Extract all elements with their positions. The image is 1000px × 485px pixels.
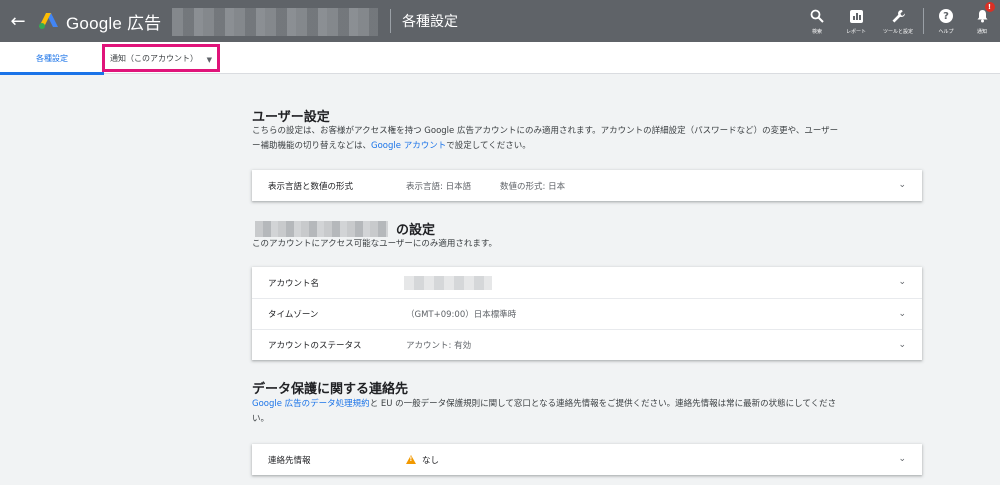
- google-ads-logo-icon: [39, 13, 58, 29]
- data-protection-title: データ保護に関する連絡先: [252, 382, 409, 397]
- wrench-icon: [891, 7, 906, 25]
- header-tools: 検索 レポート ツールと設定 ? ヘルプ ! 通知: [799, 0, 1000, 42]
- user-settings-desc-3: で設定してください。: [446, 141, 531, 151]
- report-button[interactable]: レポート: [835, 0, 877, 42]
- top-app-bar: ← Google 広告 各種設定 検索 レポート ツールと設定 ? ヘルプ ! …: [0, 0, 1000, 42]
- help-label: ヘルプ: [938, 29, 954, 35]
- chevron-down-icon[interactable]: ⌄: [898, 309, 906, 319]
- user-settings-description: こちらの設定は、お客様がアクセス権を持つ Google 広告アカウントにのみ適用…: [252, 124, 932, 154]
- account-status-row[interactable]: アカウントのステータス アカウント: 有効 ⌄: [252, 329, 922, 360]
- caret-down-icon: ▼: [206, 56, 212, 64]
- tab-bar: 各種設定 通知（このアカウント） ▼: [0, 42, 1000, 75]
- account-settings-description: このアカウントにアクセス可能なユーザーにのみ適用されます。: [252, 239, 498, 249]
- account-name-redacted-title: [255, 221, 388, 237]
- data-processing-terms-link[interactable]: Google 広告のデータ処理規約: [252, 399, 370, 409]
- notification-badge: !: [984, 2, 995, 12]
- arrow-back-icon[interactable]: ←: [0, 0, 36, 42]
- row-label: 表示言語と数値の形式: [268, 181, 354, 192]
- google-ads-logo[interactable]: Google 広告: [38, 9, 161, 34]
- data-protection-card: 連絡先情報 なし ⌄: [252, 444, 922, 475]
- data-protection-description: Google 広告のデータ処理規約と EU の一般データ保護規則に関して窓口とな…: [252, 397, 932, 427]
- warning-icon: [406, 455, 416, 464]
- dropdown-value: 通知（このアカウント）: [110, 53, 198, 63]
- chevron-down-icon[interactable]: ⌄: [898, 340, 906, 350]
- tab-settings[interactable]: 各種設定: [0, 42, 104, 75]
- data-protection-desc-1: と EU の一般データ保護規則に関して窓口となる連絡先情報をご提供ください。連絡…: [369, 399, 837, 409]
- account-status-value: アカウント: 有効: [406, 341, 472, 351]
- account-name-row[interactable]: アカウント名 ⌄: [252, 267, 922, 298]
- report-label: レポート: [845, 29, 866, 35]
- row-label: 連絡先情報: [268, 455, 311, 466]
- chevron-down-icon[interactable]: ⌄: [898, 454, 906, 464]
- row-label: アカウントのステータス: [268, 341, 362, 351]
- chevron-down-icon[interactable]: ⌄: [898, 277, 906, 287]
- help-icon: ?: [939, 7, 953, 25]
- search-icon: [810, 7, 824, 25]
- page-title: 各種設定: [402, 14, 458, 30]
- tools-divider: [923, 8, 924, 34]
- row-label: アカウント名: [268, 278, 320, 289]
- account-settings-card: アカウント名 ⌄ タイムゾーン （GMT+09:00）日本標準時 ⌄ アカウント…: [252, 267, 922, 360]
- account-name-value-redacted: [404, 276, 492, 290]
- bell-icon: !: [976, 2, 995, 25]
- contact-info-text: なし: [422, 455, 440, 466]
- report-icon: [849, 7, 863, 25]
- account-settings-title: の設定: [396, 223, 436, 238]
- data-protection-desc-2: い。: [252, 414, 270, 424]
- row-label: タイムゾーン: [268, 310, 319, 320]
- timezone-value: （GMT+09:00）日本標準時: [406, 310, 517, 320]
- user-settings-card: 表示言語と数値の形式 表示言語: 日本語 数値の形式: 日本 ⌄: [252, 170, 922, 201]
- brand-name: Google 広告: [66, 13, 162, 33]
- notifications-button[interactable]: ! 通知: [964, 0, 1000, 42]
- help-button[interactable]: ? ヘルプ: [928, 0, 964, 42]
- contact-info-row[interactable]: 連絡先情報 なし ⌄: [252, 444, 922, 475]
- language-format-row[interactable]: 表示言語と数値の形式 表示言語: 日本語 数値の形式: 日本 ⌄: [252, 170, 922, 201]
- user-settings-desc-2: ー補助機能の切り替えなどは、: [252, 141, 372, 151]
- display-language-value: 表示言語: 日本語: [406, 181, 472, 192]
- account-name-redacted: [172, 8, 378, 36]
- chevron-down-icon[interactable]: ⌄: [898, 180, 906, 190]
- tools-label: ツールと設定: [882, 29, 913, 35]
- timezone-row[interactable]: タイムゾーン （GMT+09:00）日本標準時 ⌄: [252, 298, 922, 329]
- tools-settings-button[interactable]: ツールと設定: [877, 0, 919, 42]
- search-button[interactable]: 検索: [799, 0, 835, 42]
- search-label: 検索: [811, 29, 822, 35]
- number-format-value: 数値の形式: 日本: [500, 181, 566, 192]
- google-account-link[interactable]: Google アカウント: [371, 141, 446, 151]
- header-divider: [390, 9, 391, 33]
- user-settings-desc-1: こちらの設定は、お客様がアクセス権を持つ Google 広告アカウントにのみ適用…: [252, 126, 839, 136]
- notifications-label: 通知: [976, 29, 987, 35]
- contact-info-value: なし: [406, 454, 439, 466]
- user-settings-title: ユーザー設定: [252, 110, 330, 125]
- notification-scope-dropdown[interactable]: 通知（このアカウント） ▼: [102, 44, 220, 72]
